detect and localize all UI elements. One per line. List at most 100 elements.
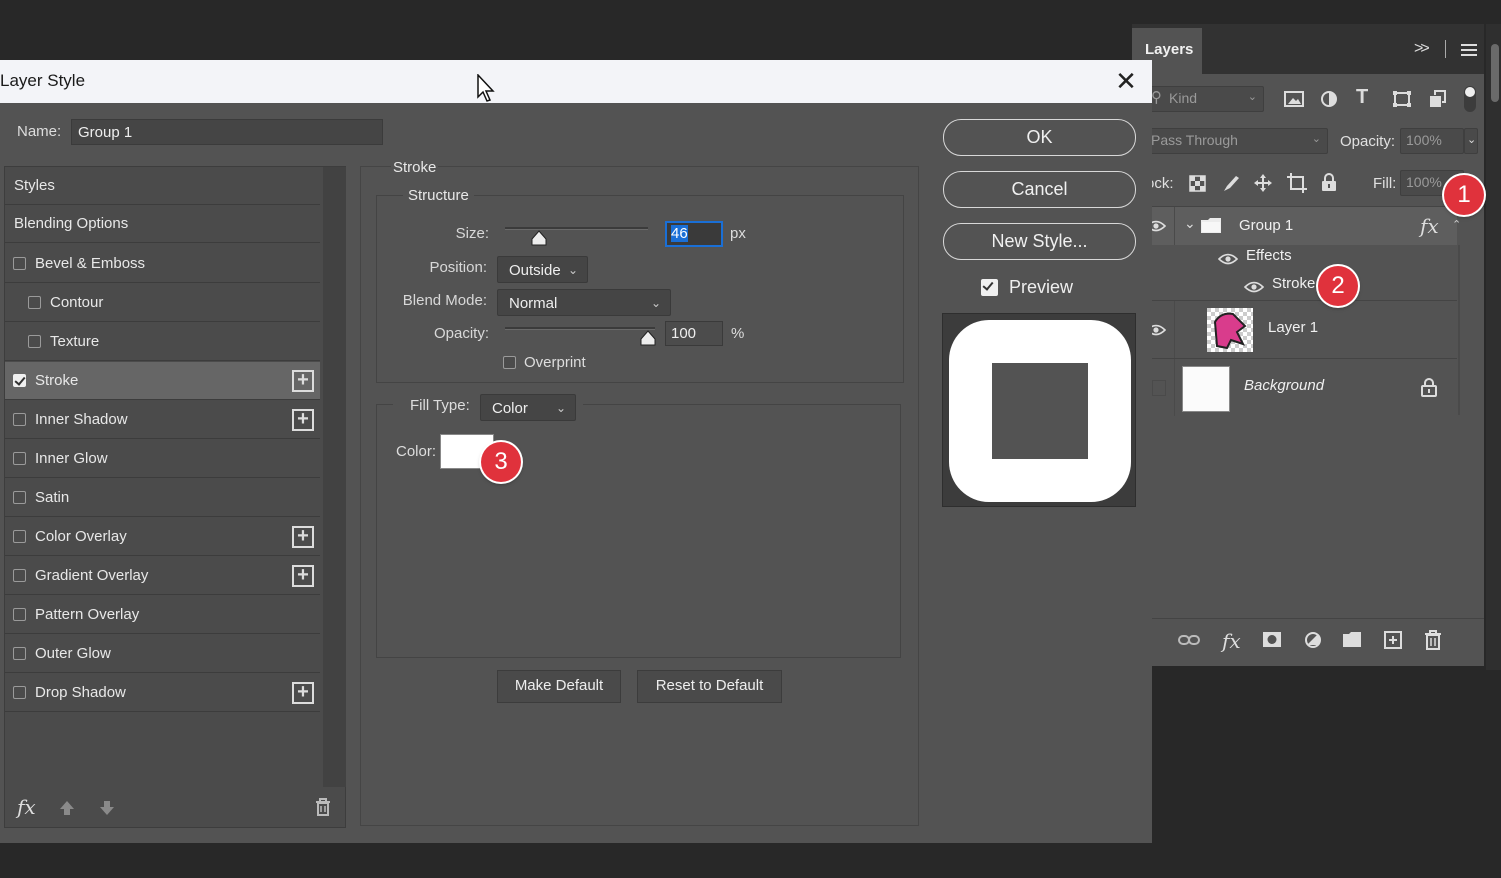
- adjustment-filter-icon[interactable]: [1320, 90, 1338, 108]
- layer-row-group-1[interactable]: ⌄ Group 1 fx: [1132, 207, 1457, 245]
- position-select[interactable]: Outside ⌄: [497, 256, 588, 283]
- stroke-checkbox[interactable]: [13, 374, 26, 387]
- layer-row-background[interactable]: Background: [1132, 359, 1457, 416]
- layer-effects-row[interactable]: Effects: [1175, 245, 1457, 273]
- style-item-texture[interactable]: Texture: [5, 323, 320, 361]
- style-item-bevel-emboss[interactable]: Bevel & Emboss: [5, 245, 320, 283]
- name-input[interactable]: Group 1: [71, 119, 383, 145]
- filter-kind-select[interactable]: ⚲ Kind ⌄: [1146, 86, 1264, 112]
- reset-to-default-button[interactable]: Reset to Default: [637, 670, 782, 703]
- expand-panel-icon[interactable]: >>: [1414, 40, 1430, 58]
- blend-mode-select[interactable]: Normal ⌄: [497, 289, 671, 316]
- texture-checkbox[interactable]: [28, 335, 41, 348]
- panel-menu-icon[interactable]: [1461, 44, 1477, 56]
- lock-transparent-icon[interactable]: [1189, 175, 1206, 192]
- fx-menu-icon[interactable]: fx: [17, 795, 36, 819]
- scroll-up-icon[interactable]: ⌃: [1452, 218, 1461, 231]
- new-style-button[interactable]: New Style...: [943, 223, 1136, 260]
- style-item-outer-glow[interactable]: Outer Glow: [5, 635, 320, 673]
- outer-glow-checkbox[interactable]: [13, 647, 26, 660]
- style-item-satin[interactable]: Satin: [5, 479, 320, 517]
- add-drop-shadow-button[interactable]: +: [292, 682, 314, 704]
- opacity-slider-thumb[interactable]: [640, 330, 656, 346]
- filter-toggle[interactable]: [1464, 86, 1476, 112]
- lock-position-icon[interactable]: [1253, 173, 1273, 193]
- size-slider-thumb[interactable]: [531, 230, 547, 246]
- close-icon[interactable]: ✕: [1110, 65, 1142, 97]
- visibility-eye-icon[interactable]: [1244, 281, 1264, 293]
- new-layer-icon[interactable]: [1384, 631, 1402, 649]
- style-item-pattern-overlay[interactable]: Pattern Overlay: [5, 596, 320, 634]
- layer-opacity-dropdown[interactable]: ⌄: [1464, 128, 1478, 154]
- new-adjustment-layer-icon[interactable]: [1304, 631, 1322, 649]
- stroke-settings-panel: Stroke Structure Size: 46 px Position: O…: [360, 159, 919, 826]
- chevron-down-icon: ⌄: [555, 401, 566, 415]
- style-item-drop-shadow[interactable]: Drop Shadow +: [5, 674, 320, 712]
- style-item-styles[interactable]: Styles: [5, 167, 320, 205]
- style-item-label: Inner Shadow: [35, 411, 128, 428]
- add-color-overlay-button[interactable]: +: [292, 526, 314, 548]
- add-stroke-button[interactable]: +: [292, 370, 314, 392]
- opacity-input[interactable]: 100: [665, 321, 723, 346]
- style-item-gradient-overlay[interactable]: Gradient Overlay +: [5, 557, 320, 595]
- style-item-label: Contour: [50, 294, 104, 311]
- gradient-overlay-checkbox[interactable]: [13, 569, 26, 582]
- style-item-inner-glow[interactable]: Inner Glow: [5, 440, 320, 478]
- style-item-color-overlay[interactable]: Color Overlay +: [5, 518, 320, 556]
- right-panel-scrollbar[interactable]: [1486, 24, 1501, 670]
- add-gradient-overlay-button[interactable]: +: [292, 565, 314, 587]
- pattern-overlay-checkbox[interactable]: [13, 608, 26, 621]
- layer-row-layer-1[interactable]: Layer 1: [1132, 301, 1457, 358]
- chevron-down-icon[interactable]: ⌄: [1184, 215, 1196, 232]
- fx-icon[interactable]: fx: [1420, 214, 1439, 238]
- opacity-slider-track[interactable]: [505, 327, 655, 330]
- delete-layer-icon[interactable]: [1424, 630, 1442, 650]
- style-item-stroke[interactable]: Stroke +: [5, 362, 320, 400]
- preview-checkbox[interactable]: [981, 279, 998, 296]
- shape-filter-icon[interactable]: [1392, 90, 1412, 108]
- add-layer-style-icon[interactable]: fx: [1222, 629, 1241, 653]
- layer-opacity-input[interactable]: 100%: [1400, 128, 1464, 154]
- color-overlay-checkbox[interactable]: [13, 530, 26, 543]
- styles-list-scrollbar[interactable]: [323, 167, 346, 787]
- make-default-button[interactable]: Make Default: [497, 670, 621, 703]
- lock-all-icon[interactable]: [1321, 173, 1337, 192]
- overprint-checkbox[interactable]: [503, 356, 516, 369]
- inner-shadow-checkbox[interactable]: [13, 413, 26, 426]
- add-inner-shadow-button[interactable]: +: [292, 409, 314, 431]
- trash-icon[interactable]: [315, 798, 331, 816]
- lock-artboard-icon[interactable]: [1286, 173, 1308, 193]
- move-down-icon[interactable]: [99, 800, 115, 816]
- link-layers-icon[interactable]: [1178, 633, 1200, 647]
- visibility-toggle-empty[interactable]: [1152, 380, 1166, 396]
- bevel-emboss-checkbox[interactable]: [13, 257, 26, 270]
- position-value: Outside: [509, 262, 561, 279]
- cancel-button[interactable]: Cancel: [943, 171, 1136, 208]
- divider: [1445, 40, 1446, 58]
- lock-pixels-icon[interactable]: [1222, 174, 1240, 192]
- style-item-inner-shadow[interactable]: Inner Shadow +: [5, 401, 320, 439]
- new-group-icon[interactable]: [1342, 632, 1362, 648]
- visibility-eye-icon[interactable]: [1218, 253, 1238, 265]
- style-item-label: Gradient Overlay: [35, 567, 149, 584]
- size-slider-track[interactable]: [505, 227, 648, 230]
- fill-type-select[interactable]: Color ⌄: [480, 394, 576, 421]
- drop-shadow-checkbox[interactable]: [13, 686, 26, 699]
- layers-scrollbar[interactable]: [1458, 245, 1460, 415]
- contour-checkbox[interactable]: [28, 296, 41, 309]
- type-filter-icon[interactable]: T: [1356, 86, 1368, 109]
- layer-blend-mode-select[interactable]: Pass Through ⌄: [1146, 128, 1328, 154]
- satin-checkbox[interactable]: [13, 491, 26, 504]
- image-filter-icon[interactable]: [1284, 90, 1304, 108]
- move-up-icon[interactable]: [59, 800, 75, 816]
- ok-button[interactable]: OK: [943, 119, 1136, 156]
- layer-stroke-effect-row[interactable]: Stroke: [1175, 273, 1457, 301]
- style-item-contour[interactable]: Contour: [5, 284, 320, 322]
- layer-row-divider: [1174, 301, 1175, 358]
- add-mask-icon[interactable]: [1262, 631, 1282, 648]
- style-item-blending-options[interactable]: Blending Options: [5, 205, 320, 243]
- size-input[interactable]: 46: [665, 221, 723, 247]
- inner-glow-checkbox[interactable]: [13, 452, 26, 465]
- smart-object-filter-icon[interactable]: [1428, 90, 1446, 108]
- dialog-titlebar[interactable]: Layer Style ✕: [0, 60, 1152, 103]
